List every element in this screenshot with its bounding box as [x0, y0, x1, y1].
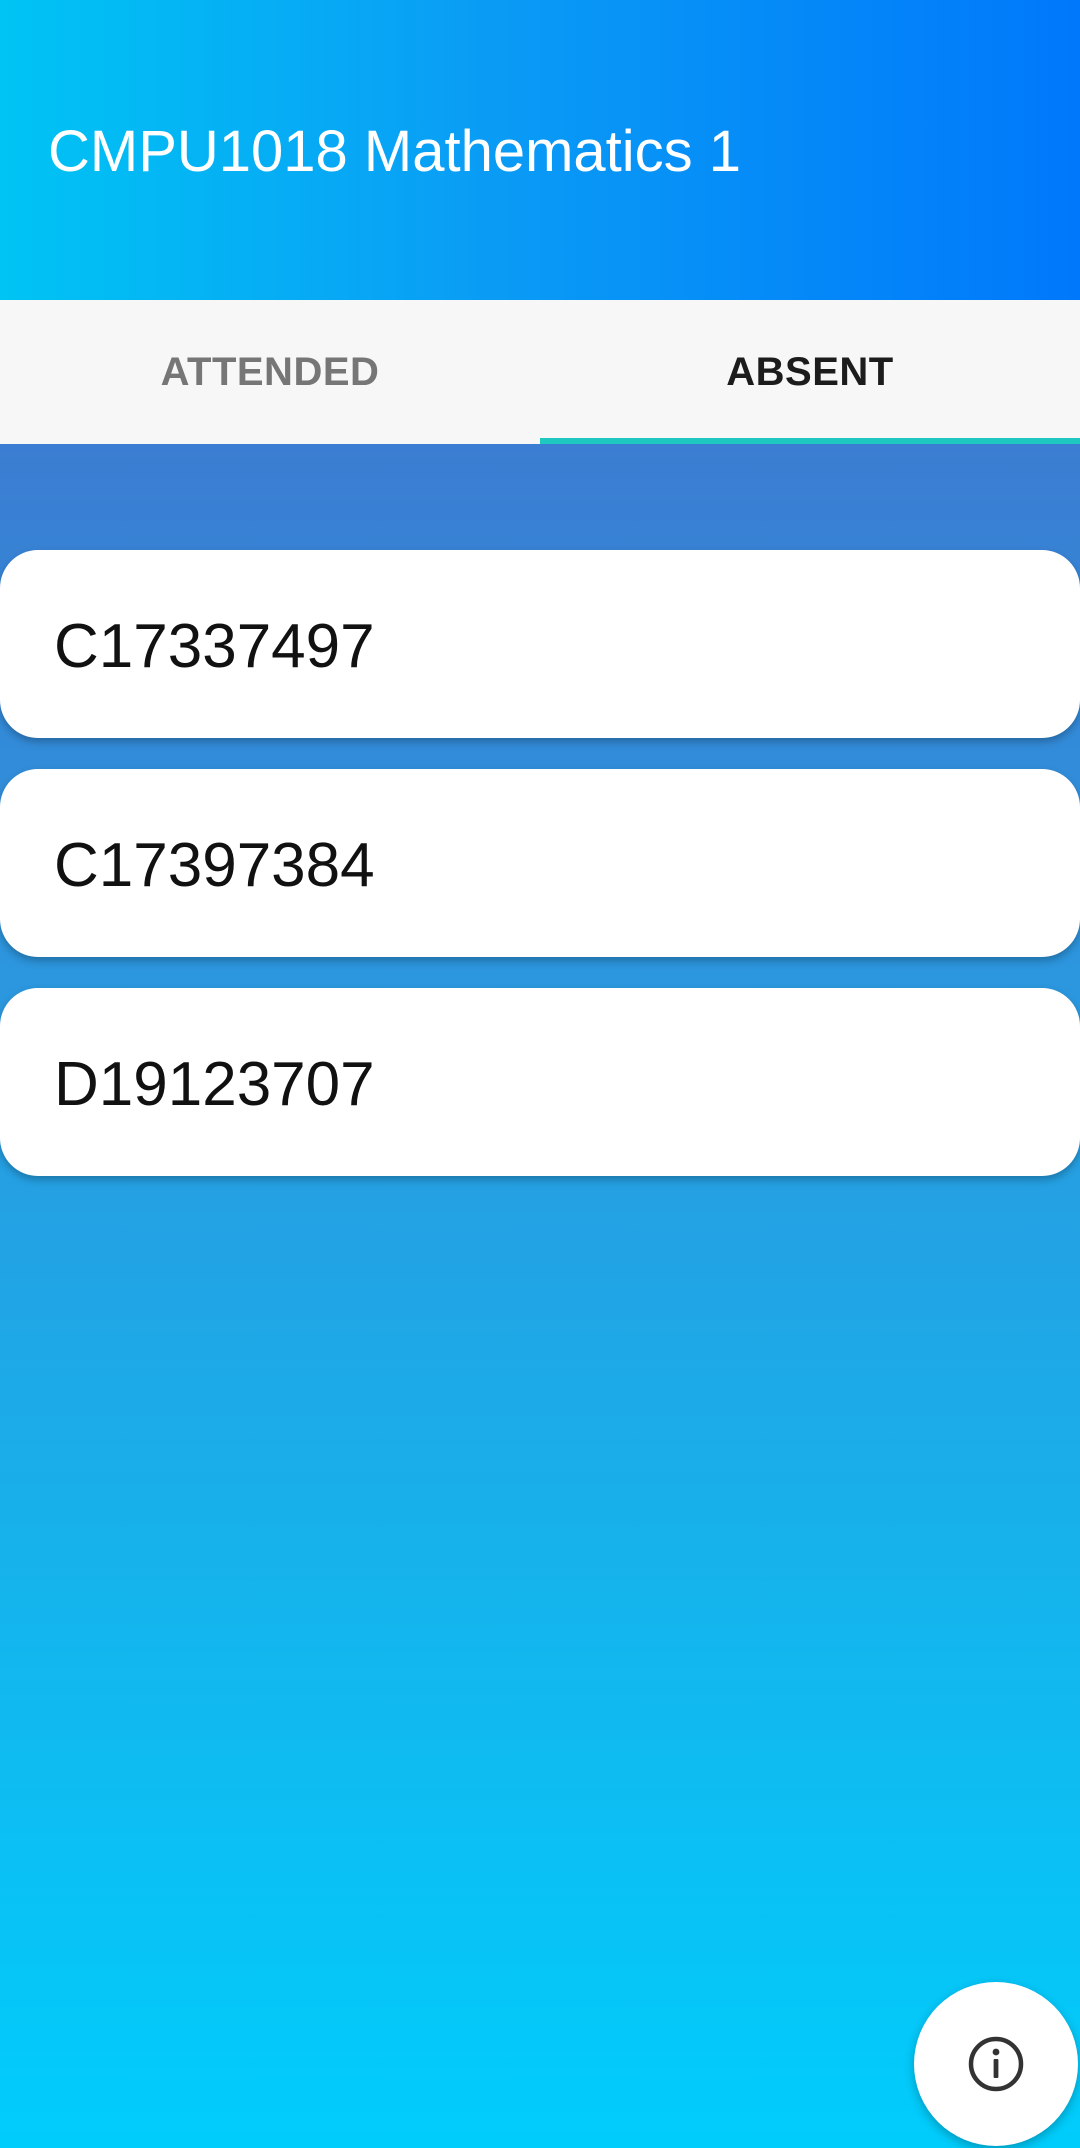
tab-attended[interactable]: ATTENDED — [0, 300, 540, 444]
tab-absent[interactable]: ABSENT — [540, 300, 1080, 444]
student-id: C17397384 — [54, 831, 375, 900]
page-title: CMPU1018 Mathematics 1 — [48, 119, 742, 184]
info-icon — [968, 2036, 1024, 2092]
list-item[interactable]: D19123707 — [0, 988, 1080, 1176]
list-item[interactable]: C17337497 — [0, 550, 1080, 738]
absent-list-container: C17337497 C17397384 D19123707 — [0, 444, 1080, 2148]
app-bar: CMPU1018 Mathematics 1 — [0, 0, 1080, 300]
list-item[interactable]: C17397384 — [0, 769, 1080, 957]
student-id: D19123707 — [54, 1050, 375, 1119]
tab-absent-label: ABSENT — [726, 349, 894, 394]
tab-bar: ATTENDED ABSENT — [0, 300, 1080, 444]
student-id: C17337497 — [54, 612, 375, 681]
info-button[interactable] — [914, 1982, 1078, 2146]
